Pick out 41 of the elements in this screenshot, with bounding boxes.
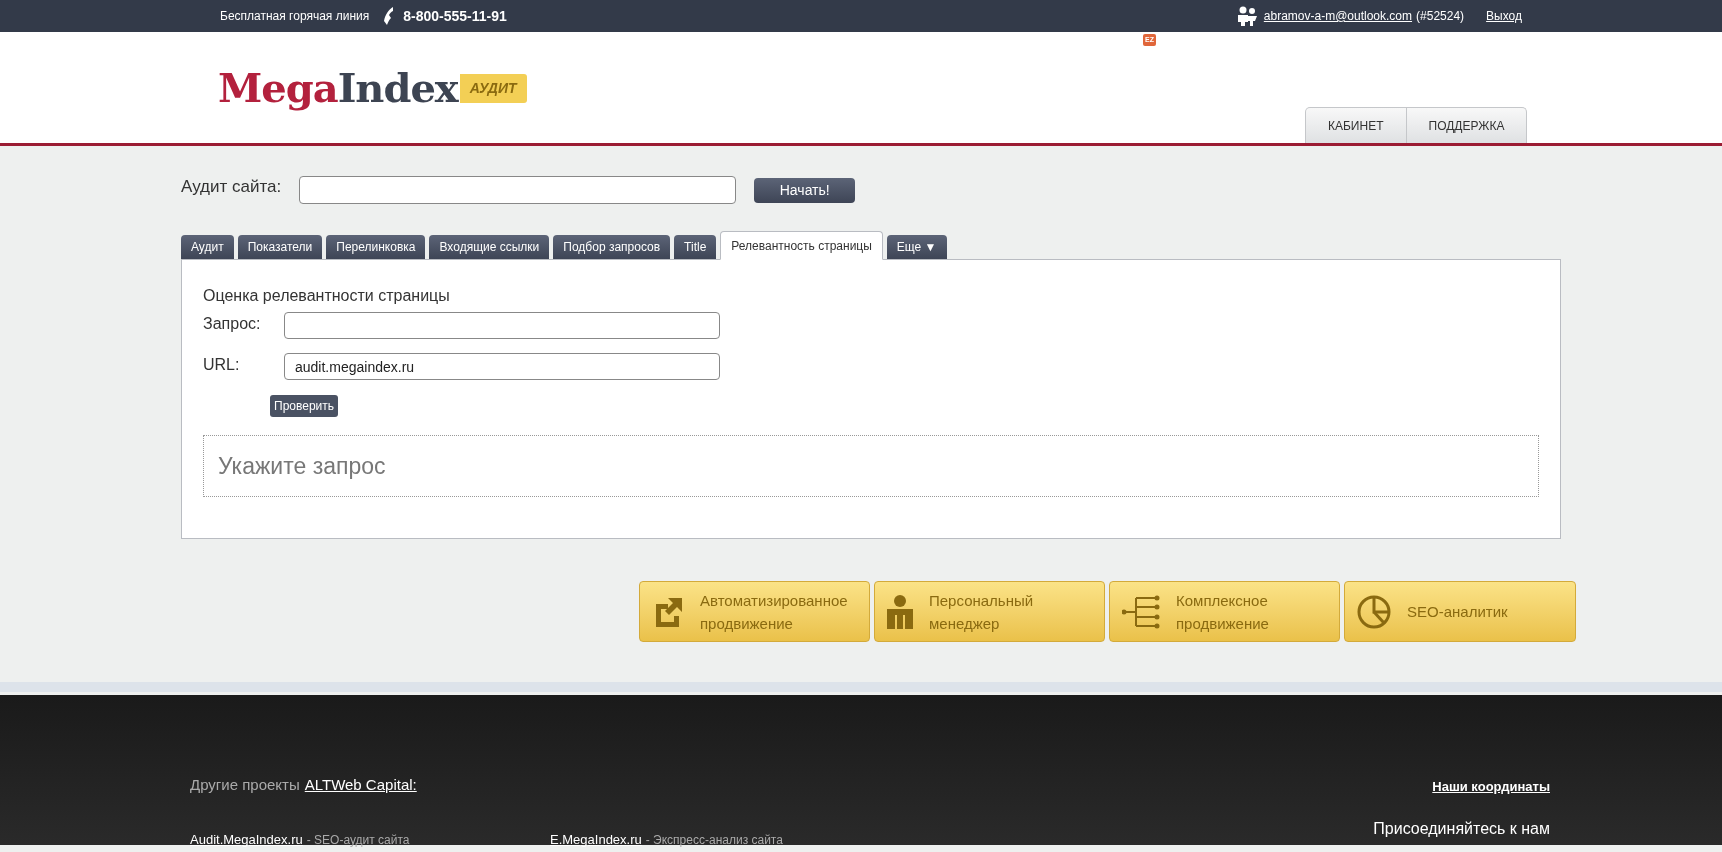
url-field[interactable]: audit.megaindex.ru [284, 353, 720, 380]
logout-link[interactable]: Выход [1486, 7, 1522, 25]
start-button[interactable]: Начать! [754, 177, 856, 203]
tab[interactable]: Аудит [181, 235, 234, 259]
altweb-link[interactable]: ALTWeb Capital: [304, 774, 417, 797]
nav-tab[interactable]: ПОДДЕРЖКА [1406, 107, 1528, 143]
tab[interactable]: Подбор запросов [553, 235, 671, 259]
panel-title: Оценка релевантности страницы [203, 286, 451, 306]
project-description: - SEO-аудит сайта [306, 832, 410, 849]
project-description: - Экспресс-анализ сайта [645, 832, 783, 849]
join-label: Присоединяйтесь к нам [1373, 819, 1550, 839]
tab[interactable]: Перелинковка [326, 235, 426, 259]
tab[interactable]: Показатели [237, 235, 323, 259]
pie-chart-icon [1357, 594, 1391, 629]
hotline-label: Бесплатная горячая линия [220, 8, 370, 25]
phone-number: 8-800-555-11-91 [403, 6, 507, 26]
nav-tab[interactable]: КАБИНЕТ [1305, 107, 1407, 143]
service-button[interactable]: Автоматизированное продвижение [639, 581, 870, 642]
logo-badge: АУДИТ [459, 73, 527, 103]
query-field[interactable] [284, 312, 720, 339]
tab[interactable]: Релевантность страницы [720, 231, 883, 260]
audit-site-label: Аудит сайта: [181, 176, 282, 199]
person-icon [887, 594, 913, 629]
user-id: (#52524) [1416, 8, 1465, 25]
service-button[interactable]: Персональный менеджер [874, 581, 1105, 642]
tab[interactable]: Входящие ссылки [429, 235, 550, 259]
user-email-link[interactable]: abramov-a-m@outlook.com [1263, 7, 1413, 25]
project-link[interactable]: E.MegaIndex.ru [550, 830, 642, 850]
tab[interactable]: Title [674, 235, 717, 259]
tree-diagram-icon [1122, 594, 1160, 629]
tab[interactable]: Еще ▼ [886, 235, 947, 259]
coordinates-link[interactable]: Наши координаты [1432, 777, 1550, 797]
field-label: Запрос: [203, 314, 262, 334]
site-url-field[interactable] [299, 176, 737, 204]
field-label: URL: [203, 355, 241, 375]
service-button[interactable]: Комплексное продвижение [1109, 581, 1340, 642]
project-link[interactable]: Audit.MegaIndex.ru [190, 830, 303, 850]
other-projects-label: Другие проекты [190, 775, 300, 795]
check-button[interactable]: Проверить [270, 395, 338, 417]
users-icon [1236, 6, 1259, 26]
result-message: Укажите запрос [218, 451, 386, 481]
